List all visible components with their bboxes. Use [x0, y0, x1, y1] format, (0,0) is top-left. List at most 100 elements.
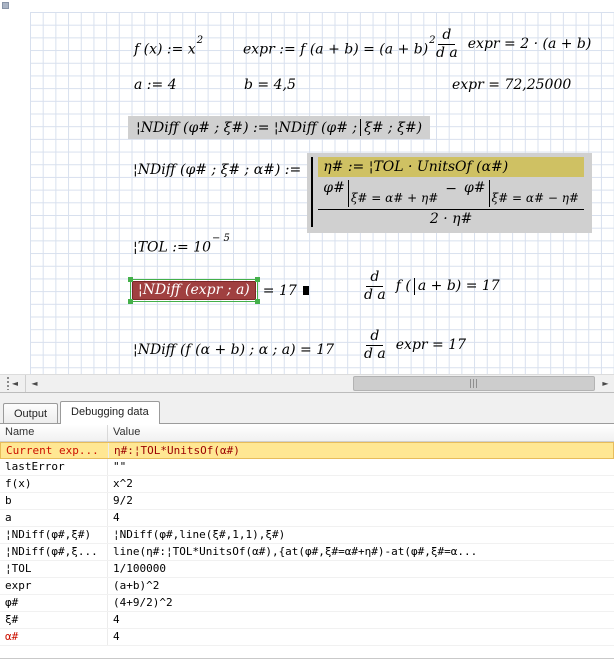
tab-output[interactable]: Output [3, 403, 58, 424]
row-name: ¦NDiff(φ#,ξ#) [0, 527, 108, 543]
evaluation-bar [348, 180, 349, 207]
row-value: (4+9/2)^2 [108, 595, 614, 611]
at-operator: φ# ξ# = α# − η# [464, 180, 579, 207]
row-name: b [0, 493, 108, 509]
expr-derivative-symbolic[interactable]: d d a expr = 2 · (a + b) [432, 28, 591, 60]
tab-debugging-data[interactable]: Debugging data [60, 401, 160, 424]
selected-expression[interactable]: ¦NDiff (expr ; a) [132, 281, 256, 300]
thumb-grip-icon [470, 379, 478, 388]
row-name: f(x) [0, 476, 108, 492]
smath-debugger-window: f (x) := x2 expr := f (a + b) = (a + b)2… [0, 0, 614, 672]
table-row[interactable]: expr(a+b)^2 [0, 578, 614, 595]
bottom-panel-tabs: Output Debugging data [0, 392, 614, 424]
page-corner-marker [2, 2, 9, 9]
expr-tol-definition[interactable]: ¦TOL := 10− 5 [133, 238, 230, 256]
table-row[interactable]: ξ#4 [0, 612, 614, 629]
math-text: = 17 [263, 283, 297, 299]
table-row[interactable]: b9/2 [0, 493, 614, 510]
table-row[interactable]: Current exp...η#:¦TOL*UnitsOf(α#) [0, 442, 614, 459]
scroll-right-button[interactable]: ► [597, 375, 614, 392]
row-value: η#:¦TOL*UnitsOf(α#) [109, 443, 613, 458]
expr-ndiff-forward-definition[interactable]: ¦NDiff (φ# ; ξ#) := ¦NDiff (φ# ; ξ# ; ξ#… [128, 116, 430, 139]
fraction: d d a [360, 270, 390, 302]
table-row[interactable]: ¦NDiff(φ#,ξ#)¦NDiff(φ#,line(ξ#,1,1),ξ#) [0, 527, 614, 544]
splitter-grip[interactable]: ◄ [0, 375, 26, 392]
expr-assign-b[interactable]: b = 4,5 [244, 77, 296, 93]
math-text: d a [360, 287, 390, 303]
math-text: ξ# = α# + η# [351, 191, 438, 205]
table-row[interactable]: α#4 [0, 629, 614, 646]
selection-frame[interactable]: ¦NDiff (expr ; a) [130, 279, 258, 302]
tab-label: Debugging data [71, 406, 149, 418]
math-text: a + b) = 17 [418, 278, 500, 294]
horizontal-scrollbar: ◄ ◄ ► [0, 374, 614, 392]
math-text: d [366, 329, 383, 346]
math-text: expr := f (a + b) = (a + b) [243, 42, 428, 58]
right-arrow-icon: ► [602, 380, 608, 388]
row-value: x^2 [108, 476, 614, 492]
row-name: Current exp... [1, 443, 109, 458]
fraction: d d a [432, 28, 462, 60]
definition-body: η# := ¦TOL · UnitsOf (α#) φ# ξ# = α# + η… [307, 153, 592, 233]
selection-handle[interactable] [128, 299, 133, 304]
table-row[interactable]: a4 [0, 510, 614, 527]
tab-label: Output [14, 408, 47, 420]
math-text: d a [432, 45, 462, 61]
column-header-name[interactable]: Name [0, 424, 108, 441]
expr-derivative-f[interactable]: d d a f ( a + b) = 17 [360, 270, 500, 302]
expr-ndiff-central-definition[interactable]: ¦NDiff (φ# ; ξ# ; α#) := η# := ¦TOL · Un… [133, 153, 592, 233]
selection-handle[interactable] [255, 277, 260, 282]
expr-assign-a[interactable]: a := 4 [134, 77, 177, 93]
math-text: a := 4 [134, 77, 177, 93]
row-value: 4 [108, 629, 614, 645]
current-eval-highlight: η# := ¦TOL · UnitsOf (α#) [318, 157, 584, 177]
table-row[interactable]: lastError"" [0, 459, 614, 476]
expr-expr-definition[interactable]: expr := f (a + b) = (a + b)2 [243, 40, 436, 58]
math-text: d a [360, 346, 390, 362]
scroll-left-button[interactable]: ◄ [26, 375, 43, 392]
expr-derivative-numeric[interactable]: d d a expr = 17 [360, 329, 466, 361]
row-name: ξ# [0, 612, 108, 628]
math-text: ¦TOL := 10 [133, 240, 211, 256]
math-superscript: 2 [197, 35, 203, 46]
table-body: Current exp...η#:¦TOL*UnitsOf(α#)lastErr… [0, 442, 614, 646]
worksheet-canvas: f (x) := x2 expr := f (a + b) = (a + b)2… [0, 0, 614, 374]
row-name: ¦NDiff(φ#,ξ... [0, 544, 108, 560]
table-row[interactable]: f(x)x^2 [0, 476, 614, 493]
expr-ndiff-call[interactable]: ¦NDiff (f (α + b) ; α ; a) = 17 [133, 342, 334, 358]
bottom-grip-line[interactable] [0, 658, 614, 660]
row-name: expr [0, 578, 108, 594]
fraction: d d a [360, 329, 390, 361]
table-row[interactable]: ¦NDiff(φ#,ξ...line(η#:¦TOL*UnitsOf(α#),{… [0, 544, 614, 561]
selection-handle[interactable] [128, 277, 133, 282]
row-name: ¦TOL [0, 561, 108, 577]
grip-dots-icon [7, 377, 9, 390]
table-row[interactable]: ¦TOL1/100000 [0, 561, 614, 578]
math-text: d [366, 270, 383, 287]
math-text: expr = 17 [396, 337, 466, 353]
splitter-collapse-icon: ◄ [12, 380, 18, 388]
math-text: 2 · η# [430, 210, 472, 227]
math-text: ξ# = α# − η# [492, 191, 579, 205]
scrollbar-track[interactable] [43, 375, 597, 392]
math-text: expr = 2 · (a + b) [468, 36, 592, 52]
evaluation-bar [489, 180, 490, 207]
math-text: ¦NDiff (φ# ; ξ# ; α#) := [133, 162, 301, 178]
math-text: φ# [464, 180, 486, 196]
line-operator-bar [414, 278, 415, 295]
expr-value-expr[interactable]: expr = 72,25000 [452, 77, 571, 93]
expr-ndiff-evaluation[interactable]: ¦NDiff (expr ; a) = 17 [130, 279, 309, 302]
row-value: line(η#:¦TOL*UnitsOf(α#),{at(φ#,ξ#=α#+η#… [108, 544, 614, 560]
math-text: d [438, 28, 455, 45]
scrollbar-thumb[interactable] [353, 376, 595, 391]
table-row[interactable]: φ#(4+9/2)^2 [0, 595, 614, 612]
expr-fx-definition[interactable]: f (x) := x2 [134, 40, 203, 58]
selection-handle[interactable] [255, 299, 260, 304]
row-value: 4 [108, 510, 614, 526]
table-header: Name Value [0, 424, 614, 442]
row-value: (a+b)^2 [108, 578, 614, 594]
line-operator-bar [360, 119, 361, 136]
row-name: φ# [0, 595, 108, 611]
column-header-value[interactable]: Value [108, 424, 614, 441]
math-text: expr = 72,25000 [452, 77, 571, 93]
